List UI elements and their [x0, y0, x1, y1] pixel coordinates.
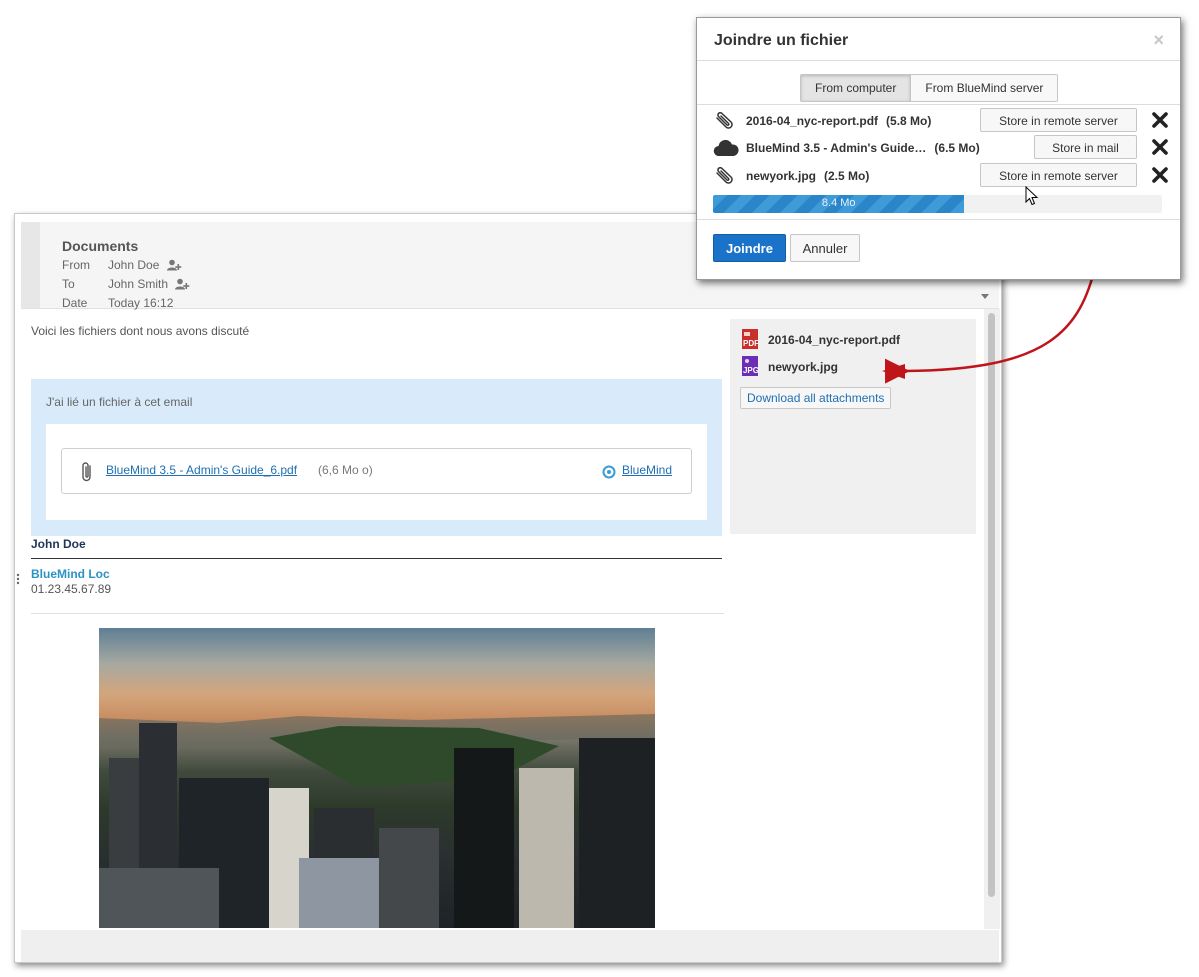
- attach-confirm-button[interactable]: Joindre: [713, 234, 786, 262]
- mail-footer-bar: [21, 930, 999, 962]
- header-left-bar: [21, 222, 40, 308]
- bluemind-source-link[interactable]: BlueMind: [622, 463, 672, 477]
- cancel-button[interactable]: Annuler: [790, 234, 860, 262]
- linked-file-box: J'ai lié un fichier à cet email BlueMind…: [31, 379, 722, 536]
- mail-scrollbar[interactable]: [984, 309, 1000, 929]
- jpg-file-icon: JPG: [740, 356, 762, 378]
- linked-file-inner: BlueMind 3.5 - Admin's Guide_6.pdf (6,6 …: [46, 424, 707, 520]
- upload-progress-bar: 8.4 Mo: [713, 195, 1162, 213]
- dialog-divider: [697, 104, 1180, 105]
- mail-body-text: Voici les fichiers dont nous avons discu…: [31, 324, 250, 338]
- close-icon[interactable]: ×: [1153, 30, 1164, 51]
- mail-reader-window: Documents From John Doe To John Smith Date…: [14, 213, 1002, 963]
- paperclip-icon: [80, 461, 94, 488]
- upload-file-row: newyork.jpg (2.5 Mo) Store in remote serv…: [713, 163, 1168, 189]
- paperclip-icon: [713, 166, 735, 190]
- store-remote-button[interactable]: Store in remote server: [980, 163, 1137, 187]
- store-in-mail-button[interactable]: Store in mail: [1034, 135, 1137, 159]
- progress-text: 8.4 Mo: [821, 197, 856, 209]
- tab-from-bluemind-server[interactable]: From BlueMind server: [911, 75, 1058, 101]
- source-tabs: From computer From BlueMind server: [800, 74, 1059, 102]
- download-all-button[interactable]: Download all attachments: [740, 387, 892, 409]
- store-remote-button[interactable]: Store in remote server: [980, 108, 1137, 132]
- mouse-cursor-icon: [1025, 185, 1039, 211]
- svg-text:JPG: JPG: [743, 366, 759, 375]
- to-label: To: [62, 277, 75, 291]
- upload-file-name: newyork.jpg (2.5 Mo): [746, 169, 870, 183]
- tab-from-computer[interactable]: From computer: [801, 75, 912, 101]
- signature-separator: [31, 613, 724, 614]
- dialog-divider: [697, 219, 1180, 220]
- attachment-name: newyork.jpg: [768, 360, 839, 374]
- from-value[interactable]: John Doe: [108, 258, 159, 272]
- signature-company: BlueMind Loc: [31, 567, 110, 581]
- upload-file-name: 2016-04_nyc-report.pdf (5.8 Mo): [746, 114, 932, 128]
- date-label: Date: [62, 296, 88, 310]
- mail-subject: Documents: [62, 238, 139, 254]
- dialog-divider: [697, 60, 1180, 61]
- date-row: Date Today 16:12: [62, 296, 173, 310]
- to-value[interactable]: John Smith: [108, 277, 168, 291]
- scrollbar-thumb[interactable]: [988, 313, 995, 897]
- linked-file-size: (6,6 Mo o): [318, 463, 373, 477]
- remove-file-icon[interactable]: [1152, 139, 1168, 160]
- attach-file-dialog: Joindre un fichier × From computer From …: [696, 17, 1181, 280]
- paperclip-icon: [713, 111, 735, 135]
- add-contact-icon[interactable]: [166, 259, 182, 274]
- remove-file-icon[interactable]: [1152, 112, 1168, 133]
- linked-file-link[interactable]: BlueMind 3.5 - Admin's Guide_6.pdf: [106, 463, 297, 477]
- attachments-panel: PDF 2016-04_nyc-report.pdf JPG newyork.j…: [730, 319, 976, 534]
- signature-divider: [31, 558, 722, 559]
- dialog-title: Joindre un fichier: [714, 32, 849, 49]
- signature-name: John Doe: [31, 537, 86, 551]
- pdf-file-icon: PDF: [740, 329, 762, 351]
- date-value: Today 16:12: [108, 296, 174, 310]
- bluemind-logo-icon: [602, 465, 616, 484]
- upload-file-row: 2016-04_nyc-report.pdf (5.8 Mo) Store in …: [713, 108, 1168, 134]
- upload-file-name: BlueMind 3.5 - Admin's Guide… (6.5 Mo): [746, 141, 980, 155]
- from-label: From: [62, 258, 90, 272]
- add-contact-icon[interactable]: [175, 278, 190, 293]
- remove-file-icon[interactable]: [1152, 167, 1168, 188]
- cloud-icon: [713, 139, 739, 162]
- to-row: To John Smith: [62, 277, 190, 293]
- svg-text:PDF: PDF: [743, 339, 759, 348]
- upload-file-row: BlueMind 3.5 - Admin's Guide… (6.5 Mo) St…: [713, 135, 1168, 161]
- resize-grip-icon[interactable]: [16, 572, 20, 590]
- signature-phone: 01.23.45.67.89: [31, 582, 112, 596]
- from-row: From John Doe: [62, 258, 182, 274]
- linked-file-title: J'ai lié un fichier à cet email: [46, 395, 193, 409]
- attachment-name: 2016-04_nyc-report.pdf: [768, 333, 901, 347]
- newyork-photo: [99, 628, 655, 928]
- linked-file-card: BlueMind 3.5 - Admin's Guide_6.pdf (6,6 …: [61, 448, 692, 494]
- collapse-header-icon[interactable]: [981, 294, 989, 299]
